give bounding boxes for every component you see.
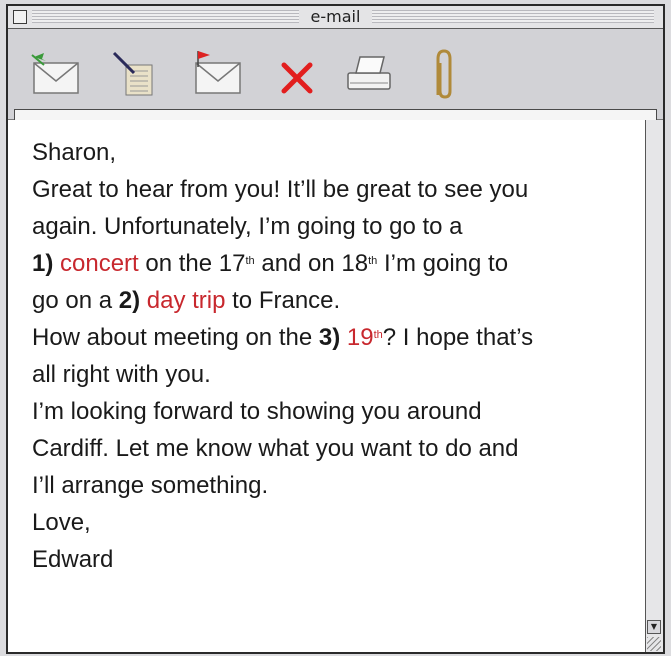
vertical-scrollbar[interactable]: ▼ — [645, 120, 663, 652]
answer-19th: 19th — [347, 324, 383, 351]
answer-day-trip: day trip — [146, 287, 226, 314]
message-signature: Edward — [32, 546, 114, 573]
message-body[interactable]: Sharon, Great to hear from you! It’ll be… — [8, 120, 645, 652]
message-fragment: go on a — [32, 287, 113, 314]
message-line: How about meeting on the 3) 19th? I hope… — [32, 319, 637, 356]
gap-number-1: 1) — [32, 250, 54, 277]
message-line: I’m looking forward to showing you aroun… — [32, 398, 482, 425]
message-fragment: I’m going to — [383, 250, 509, 277]
message-fragment: and on 18 — [261, 250, 369, 277]
message-line: go on a 2) day trip to France. — [32, 282, 637, 319]
answer-day: 19 — [346, 324, 374, 351]
ordinal-suffix: th — [368, 255, 378, 267]
message-line: Cardiff. Let me know what you want to do… — [32, 435, 519, 462]
answer-concert: concert — [60, 250, 139, 277]
print-icon[interactable] — [340, 49, 396, 101]
window-title: e-mail — [8, 7, 663, 27]
message-line: Great to hear from you! It’ll be great t… — [32, 176, 529, 203]
message-line: again. Unfortunately, I’m going to go to… — [32, 213, 463, 240]
message-line: all right with you. — [32, 361, 211, 388]
title-bar[interactable]: e-mail — [8, 6, 663, 29]
gap-number-2: 2) — [118, 287, 141, 314]
message-line: I’ll arrange something. — [32, 472, 269, 499]
message-greeting: Sharon, — [32, 139, 117, 166]
ordinal-suffix: th — [373, 329, 383, 341]
message-fragment: on the 17 — [145, 250, 246, 277]
email-window: e-mail Sharon, Great to hear from you! I… — [6, 4, 665, 654]
flagged-mail-icon[interactable] — [188, 49, 244, 101]
scroll-down-arrow-icon[interactable]: ▼ — [647, 620, 661, 634]
resize-grip-icon[interactable] — [647, 637, 661, 651]
message-line: 1) concert on the 17th and on 18th I’m g… — [32, 245, 637, 282]
toolbar — [8, 29, 663, 127]
delete-x-icon[interactable] — [270, 49, 326, 101]
attachment-paperclip-icon[interactable] — [416, 49, 472, 101]
message-text: Sharon, Great to hear from you! It’ll be… — [32, 134, 637, 578]
ordinal-suffix: th — [245, 255, 255, 267]
compose-note-icon[interactable] — [108, 49, 164, 101]
message-closing: Love, — [32, 509, 91, 536]
message-fragment: How about meeting on the — [32, 324, 313, 351]
message-fragment: ? I hope that’s — [382, 324, 534, 351]
send-mail-icon[interactable] — [28, 49, 84, 101]
gap-number-3: 3) — [318, 324, 341, 351]
message-fragment: to France. — [232, 287, 341, 314]
